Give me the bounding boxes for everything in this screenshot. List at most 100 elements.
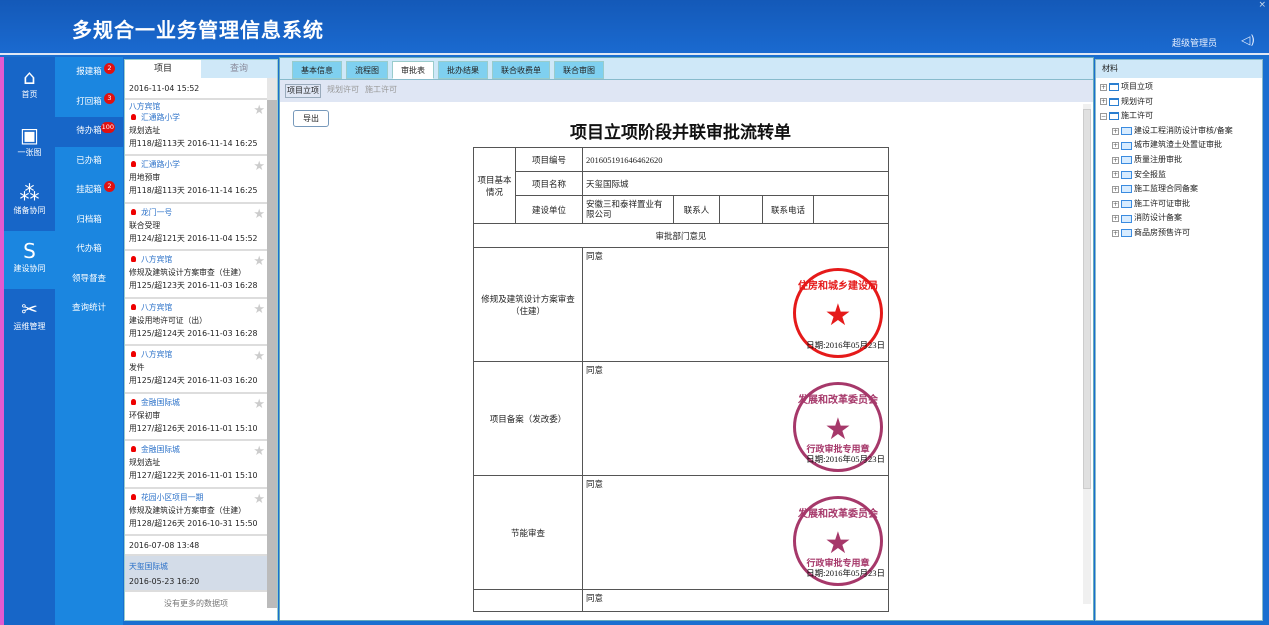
list-doc-icon [1121, 142, 1132, 150]
export-button[interactable]: 导出 [293, 110, 329, 127]
list-item[interactable]: 八方宾馆修规及建筑设计方案审查（住建）用125/超123天 2016-11-03… [125, 251, 267, 299]
task-name: 联合受理 [129, 219, 263, 232]
subnav-item[interactable]: 报建箱2 [55, 58, 123, 88]
tab-4[interactable]: 联合收费单 [492, 61, 550, 79]
tab-projects[interactable]: 项目 [125, 60, 201, 78]
star-icon[interactable]: ★ [253, 445, 265, 458]
subnav-item[interactable]: 挂起箱2 [55, 176, 123, 206]
project-link[interactable]: 汇通路小学 [129, 111, 263, 124]
list-scrollbar[interactable] [267, 78, 277, 608]
star-icon[interactable]: ★ [253, 350, 265, 363]
subnav-item[interactable]: 代办箱 [55, 235, 123, 265]
tree-label: 建设工程消防设计审核/备案 [1134, 124, 1233, 139]
tree-node[interactable]: −施工许可 [1100, 109, 1258, 124]
list-item[interactable]: 八方宾馆汇通路小学规划选址用118/超113天 2016-11-14 16:25… [125, 100, 267, 156]
task-name: 修规及建筑设计方案审查（住建） [129, 266, 263, 279]
list-item[interactable]: 八方宾馆发件用125/超124天 2016-11-03 16:20★ [125, 346, 267, 394]
expand-icon[interactable]: + [1112, 201, 1119, 208]
opinion-cell: 同意 [583, 590, 889, 612]
subnav-item[interactable]: 待办箱100 [55, 117, 123, 147]
opinion-cell: 同意发展和改革委员会★行政审批专用章日期:2016年05月23日 [583, 362, 889, 476]
list-item[interactable]: 汇通路小学用地预审用118/超113天 2016-11-14 16:25★ [125, 156, 267, 204]
subtab-1[interactable]: 规划许可 [327, 84, 359, 98]
tree-node[interactable]: +消防设计备案 [1100, 211, 1258, 226]
star-icon[interactable]: ★ [253, 303, 265, 316]
list-item[interactable]: 2016-07-08 13:48 [125, 536, 267, 556]
tree-node[interactable]: +施工监理合同备案 [1100, 182, 1258, 197]
folder-icon [1109, 83, 1119, 91]
star-icon[interactable]: ★ [253, 255, 265, 268]
tree-node[interactable]: +城市建筑渣土处置证审批 [1100, 138, 1258, 153]
tab-2[interactable]: 审批表 [392, 61, 434, 79]
nav-wrench[interactable]: ✂运维管理 [4, 289, 55, 347]
project-link[interactable]: 汇通路小学 [129, 158, 263, 171]
dept-name: 项目备案（发改委） [474, 362, 583, 476]
expand-icon[interactable]: + [1112, 186, 1119, 193]
speaker-icon[interactable]: ◁) [1241, 33, 1255, 47]
subnav-item[interactable]: 领导督查 [55, 265, 123, 295]
list-item[interactable]: 龙门一号联合受理用124/超121天 2016-11-04 15:52★ [125, 204, 267, 252]
subnav-item[interactable]: 归档箱 [55, 206, 123, 236]
nav-share[interactable]: ⁂储备协同 [4, 173, 55, 231]
expand-icon[interactable]: + [1112, 142, 1119, 149]
close-icon[interactable]: × [1258, 0, 1266, 10]
expand-icon[interactable]: + [1100, 84, 1107, 91]
nav-label: 首页 [22, 90, 38, 99]
tree-node[interactable]: +施工许可证审批 [1100, 197, 1258, 212]
tree-node[interactable]: + 建设工程消防设计审核/备案 [1100, 124, 1258, 139]
name-label: 项目名称 [516, 172, 583, 196]
project-link[interactable]: 花园小区项目一期 [129, 491, 263, 504]
project-link[interactable]: 八方宾馆 [129, 348, 263, 361]
expand-icon[interactable]: + [1112, 215, 1119, 222]
tab-1[interactable]: 流程图 [346, 61, 388, 79]
star-icon[interactable]: ★ [253, 493, 265, 506]
materials-title: 材料 [1096, 60, 1262, 78]
subtab-2[interactable]: 施工许可 [365, 84, 397, 98]
expand-icon[interactable]: + [1112, 157, 1119, 164]
tab-query[interactable]: 查询 [201, 60, 277, 78]
expand-icon[interactable]: + [1112, 128, 1119, 135]
subtab-0[interactable]: 项目立项 [285, 84, 321, 98]
star-icon[interactable]: ★ [253, 104, 265, 117]
count-badge: 2 [104, 181, 115, 192]
list-item[interactable]: 金融国际城环保初审用127/超126天 2016-11-01 15:10★ [125, 394, 267, 442]
list-item[interactable]: 金融国际城规划选址用127/超122天 2016-11-01 15:10★ [125, 441, 267, 489]
project-link[interactable]: 八方宾馆 [129, 301, 263, 314]
tree-node[interactable]: +安全报监 [1100, 168, 1258, 183]
project-link[interactable]: 金融国际城 [129, 443, 263, 456]
tree-node[interactable]: +商品房预售许可 [1100, 226, 1258, 241]
task-name: 修规及建筑设计方案审查（住建） [129, 504, 263, 517]
tree-node[interactable]: +规划许可 [1100, 95, 1258, 110]
tree-node[interactable]: +项目立项 [1100, 80, 1258, 95]
expand-icon[interactable]: + [1112, 230, 1119, 237]
seal-text: 发展和改革委员会 [796, 391, 880, 406]
tree-node[interactable]: +质量注册审批 [1100, 153, 1258, 168]
project-link[interactable]: 八方宾馆 [129, 253, 263, 266]
subnav-item[interactable]: 打回箱3 [55, 88, 123, 118]
star-icon[interactable]: ★ [253, 160, 265, 173]
tab-5[interactable]: 联合审图 [554, 61, 604, 79]
nav-link[interactable]: S建设协同 [4, 231, 55, 289]
list-item-selected[interactable]: 天玺国际城2016-05-23 16:20 [125, 556, 267, 592]
project-link[interactable]: 龙门一号 [129, 206, 263, 219]
star-icon[interactable]: ★ [253, 398, 265, 411]
expand-icon[interactable]: + [1112, 171, 1119, 178]
project-link[interactable]: 金融国际城 [129, 396, 263, 409]
nav-home[interactable]: ⌂首页 [4, 57, 55, 115]
tab-3[interactable]: 批办结果 [438, 61, 488, 79]
star-icon[interactable]: ★ [253, 208, 265, 221]
project-link[interactable]: 天玺国际城 [129, 559, 263, 574]
project-list-panel: 项目 查询 2016-11-04 15:52 八方宾馆汇通路小学规划选址用118… [124, 59, 278, 621]
list-item[interactable]: 2016-11-04 15:52 [125, 78, 267, 100]
tab-0[interactable]: 基本信息 [292, 61, 342, 79]
nav-map-image[interactable]: ▣一张图 [4, 115, 55, 173]
nav-label: 储备协同 [14, 206, 46, 215]
list-item[interactable]: 八方宾馆建设用地许可证（出）用125/超124天 2016-11-03 16:2… [125, 299, 267, 347]
document-scrollbar[interactable] [1083, 104, 1091, 604]
subnav-item[interactable]: 查询统计 [55, 294, 123, 324]
collapse-icon[interactable]: − [1100, 113, 1107, 120]
list-item[interactable]: 花园小区项目一期修规及建筑设计方案审查（住建）用128/超126天 2016-1… [125, 489, 267, 537]
current-user[interactable]: 超级管理员 [1172, 36, 1217, 49]
expand-icon[interactable]: + [1100, 98, 1107, 105]
subnav-item[interactable]: 已办箱 [55, 147, 123, 177]
